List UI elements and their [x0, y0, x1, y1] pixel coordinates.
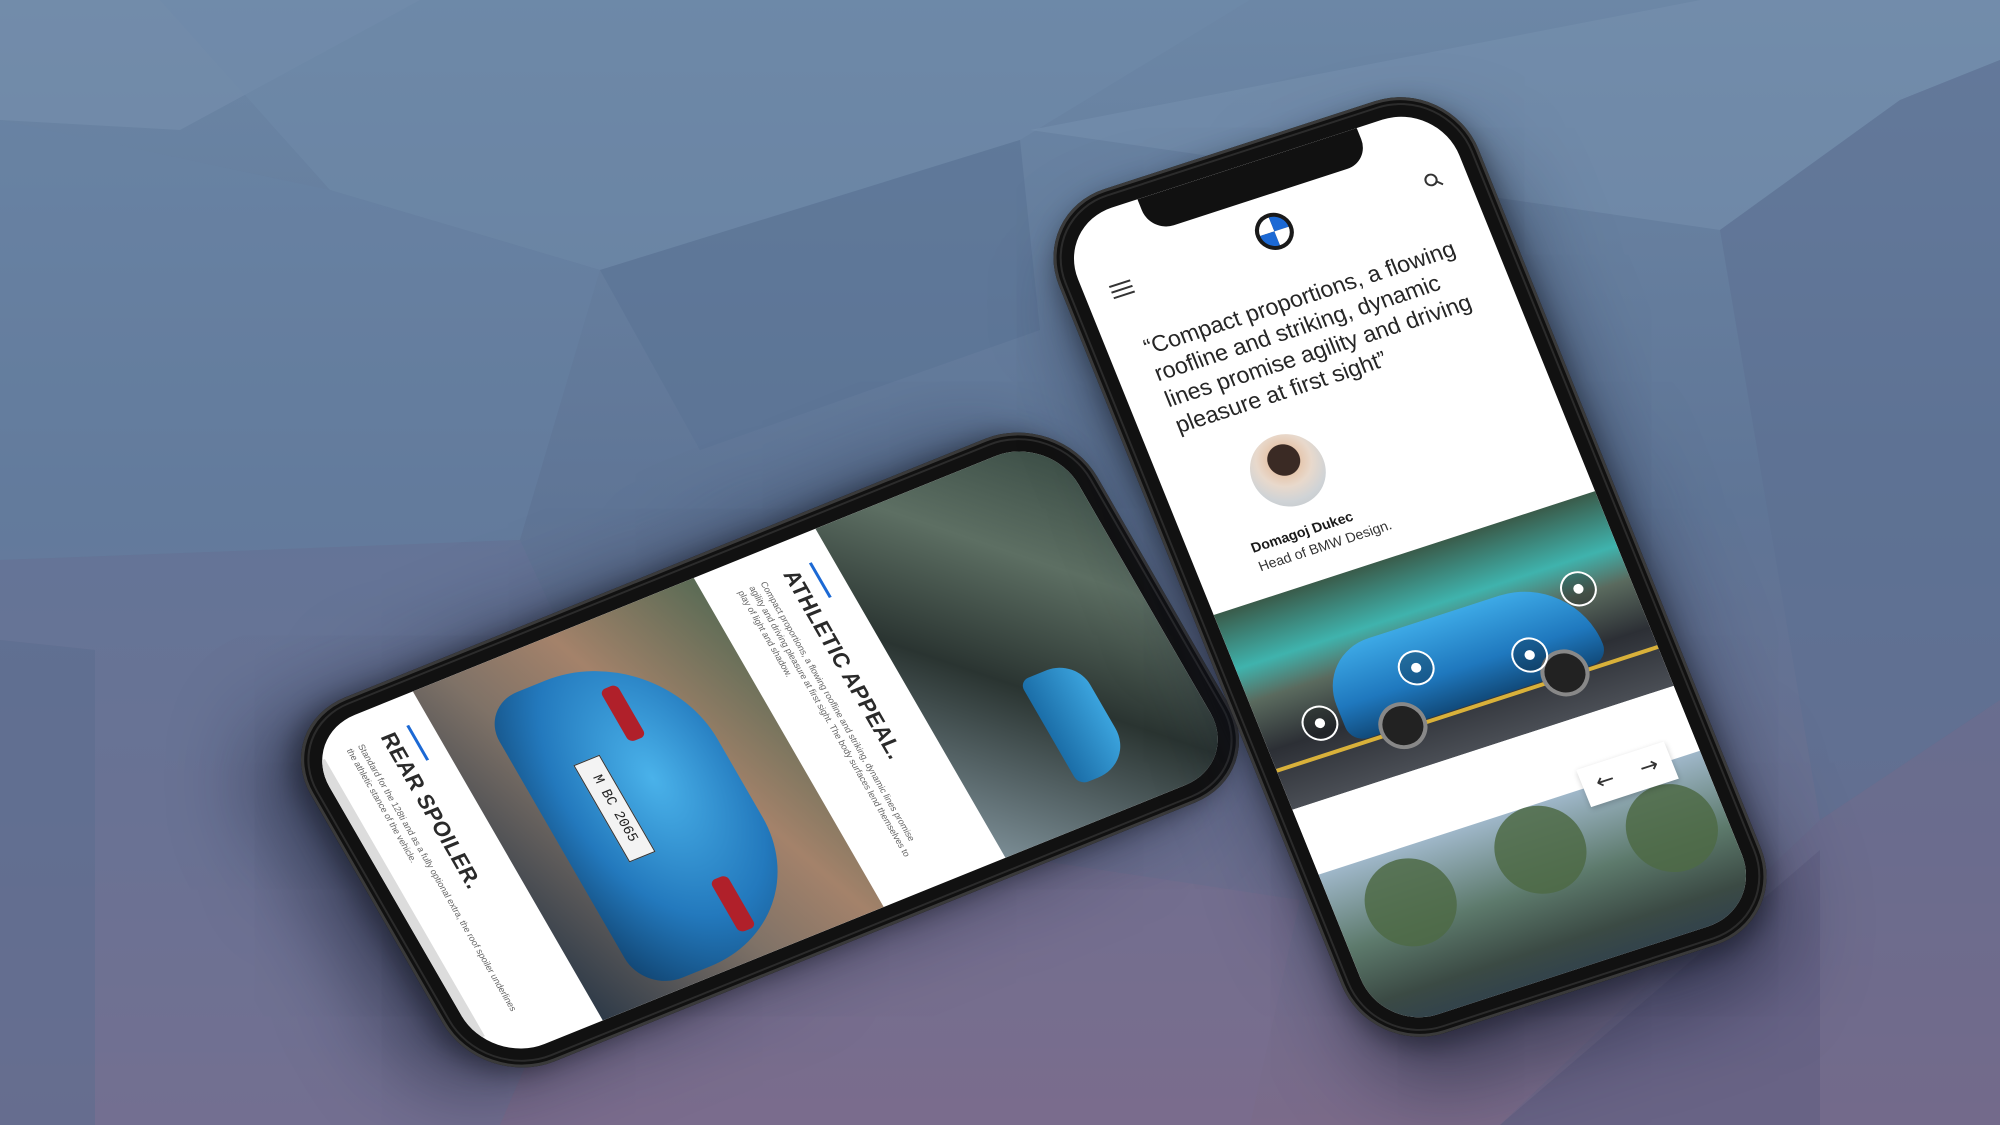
arrow-right-icon[interactable]: →	[1636, 752, 1663, 781]
arrow-left-icon[interactable]: ←	[1592, 767, 1619, 796]
search-icon[interactable]	[1422, 171, 1444, 191]
avatar	[1238, 424, 1338, 517]
tree	[1350, 846, 1471, 959]
bmw-logo-icon[interactable]	[1249, 207, 1300, 255]
menu-icon[interactable]	[1108, 279, 1136, 300]
car-thumbnail	[1019, 658, 1136, 786]
